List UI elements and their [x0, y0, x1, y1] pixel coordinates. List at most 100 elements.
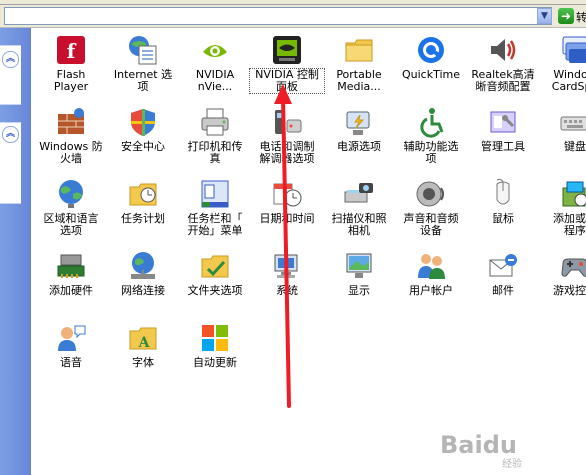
control-panel-item[interactable]: 电话和调制 解调器选项: [250, 102, 324, 170]
control-panel-item[interactable]: 添加或删 程序: [538, 174, 586, 242]
control-panel-item-label: 扫描仪和照 相机: [331, 212, 387, 237]
control-panel-item-label: 区域和语言 选项: [43, 212, 99, 237]
control-panel-icon-grid: f Flash Player Internet 选 项 NVIDIA nVie... N…: [32, 28, 586, 475]
scheduled-tasks-icon: [129, 183, 157, 206]
go-button-label: 转: [576, 11, 586, 24]
control-panel-item[interactable]: 辅助功能选 项: [394, 102, 468, 170]
control-panel-item-label: Flash Player: [53, 68, 89, 93]
control-panel-item-label: NVIDIA 控制 面板: [249, 68, 325, 94]
control-panel-item[interactable]: 声音和音频 设备: [394, 174, 468, 242]
taskbar-start-icon: [201, 180, 229, 208]
control-panel-item-label: 电源选项: [337, 140, 381, 153]
control-panel-item[interactable]: 日期和时间: [250, 174, 324, 242]
chevron-up-icon: ︽: [5, 129, 15, 139]
control-panel-item-label: 辅助功能选 项: [403, 140, 459, 165]
control-panel-item[interactable]: NVIDIA 控制 面板: [249, 30, 325, 98]
control-panel-item-label: 用户帐户: [409, 284, 453, 297]
control-panel-item-label: 网络连接: [121, 284, 165, 297]
control-panel-item[interactable]: 安全中心: [106, 102, 180, 170]
control-panel-item-label: 添加硬件: [49, 284, 93, 297]
chevron-up-icon: ︽: [5, 54, 15, 64]
control-panel-item[interactable]: 游戏控制: [538, 246, 586, 314]
control-panel-item-label: Windows 防 火墙: [39, 140, 103, 165]
folder-options-icon: [201, 255, 229, 278]
collapse-section-button[interactable]: ︽: [2, 51, 19, 68]
security-center-icon: [131, 109, 155, 136]
internet-options-icon: [129, 36, 157, 65]
control-panel-item-label: QuickTime: [401, 68, 461, 81]
user-accounts-icon: [418, 254, 445, 279]
accessibility-icon: [420, 108, 444, 138]
control-panel-item-label: 电话和调制 解调器选项: [259, 140, 315, 165]
nvidia-control-panel-icon: [273, 36, 301, 64]
task-pane: ︽ ︽: [0, 28, 31, 475]
control-panel-item[interactable]: 显示: [322, 246, 396, 314]
go-button[interactable]: ➜ 转: [556, 7, 586, 25]
control-panel-item[interactable]: 键盘: [538, 102, 586, 170]
control-panel-item-label: Internet 选 项: [113, 68, 173, 93]
add-remove-programs-icon: [562, 181, 586, 207]
firewall-icon: [58, 108, 84, 134]
baidu-watermark: Baidu 经验: [440, 431, 580, 471]
automatic-updates-icon: [202, 325, 228, 351]
control-panel-item-label: 声音和音频 设备: [403, 212, 459, 237]
control-panel-item[interactable]: 任务计划: [106, 174, 180, 242]
control-panel-item-label: 管理工具: [481, 140, 525, 153]
control-panel-item-label: Window CardSpa: [551, 68, 586, 93]
keyboard-icon: [560, 116, 586, 131]
control-panel-item-label: Realtek高清 晰音频配置: [471, 68, 535, 93]
control-panel-item[interactable]: 添加硬件: [34, 246, 108, 314]
control-panel-item[interactable]: Portable Media...: [322, 30, 396, 98]
control-panel-item-label: 添加或删 程序: [553, 212, 586, 237]
control-panel-item[interactable]: 管理工具: [466, 102, 540, 170]
address-dropdown-button[interactable]: ▼: [537, 8, 552, 24]
scanner-camera-icon: [344, 183, 373, 203]
region-language-icon: [59, 180, 83, 208]
control-panel-item[interactable]: Internet 选 项: [106, 30, 180, 98]
realtek-audio-icon: [491, 39, 516, 61]
control-panel-item[interactable]: A 字体: [106, 318, 180, 386]
control-panel-item-label: 鼠标: [492, 212, 514, 225]
control-panel-item[interactable]: 打印机和传 真: [178, 102, 252, 170]
control-panel-item[interactable]: 扫描仪和照 相机: [322, 174, 396, 242]
control-panel-item[interactable]: 邮件: [466, 246, 540, 314]
control-panel-item[interactable]: NVIDIA nVie...: [178, 30, 252, 98]
control-panel-item[interactable]: QuickTime: [394, 30, 468, 98]
control-panel-item[interactable]: 电源选项: [322, 102, 396, 170]
control-panel-item[interactable]: 鼠标: [466, 174, 540, 242]
control-panel-item-label: 系统: [276, 284, 298, 297]
quicktime-icon: [418, 37, 444, 63]
control-panel-item-label: 打印机和传 真: [187, 140, 243, 165]
control-panel-item[interactable]: 自动更新: [178, 318, 252, 386]
power-options-icon: [346, 111, 370, 135]
control-panel-item[interactable]: f Flash Player: [34, 30, 108, 98]
control-panel-item[interactable]: 用户帐户: [394, 246, 468, 314]
nvidia-nview-icon: [203, 45, 227, 57]
control-panel-item-label: 安全中心: [121, 140, 165, 153]
go-arrow-icon: ➜: [558, 8, 574, 24]
control-panel-item-label: 文件夹选项: [187, 284, 243, 297]
control-panel-item[interactable]: 网络连接: [106, 246, 180, 314]
control-panel-item-label: 自动更新: [193, 356, 237, 369]
control-panel-item[interactable]: 任务栏和「 开始」菜单: [178, 174, 252, 242]
control-panel-item-label: 任务计划: [121, 212, 165, 225]
control-panel-item[interactable]: Windows 防 火墙: [34, 102, 108, 170]
control-panel-item[interactable]: Window CardSpa: [538, 30, 586, 98]
display-icon: [346, 253, 372, 278]
control-panel-item-label: 语音: [60, 356, 82, 369]
network-connections-icon: [131, 252, 155, 279]
control-panel-item[interactable]: 区域和语言 选项: [34, 174, 108, 242]
control-panel-item-label: 游戏控制: [553, 284, 586, 297]
control-panel-item-label: 日期和时间: [259, 212, 315, 225]
admin-tools-icon: [490, 111, 516, 133]
control-panel-item-label: 键盘: [564, 140, 586, 153]
control-panel-item[interactable]: 系统: [250, 246, 324, 314]
collapse-section-button[interactable]: ︽: [2, 126, 19, 143]
address-input[interactable]: [4, 7, 552, 25]
control-panel-item[interactable]: Realtek高清 晰音频配置: [466, 30, 540, 98]
control-panel-item[interactable]: 语音: [34, 318, 108, 386]
control-panel-item[interactable]: 文件夹选项: [178, 246, 252, 314]
phone-modem-icon: [275, 110, 302, 134]
add-hardware-icon: [57, 254, 85, 278]
printer-icon: [201, 108, 229, 136]
